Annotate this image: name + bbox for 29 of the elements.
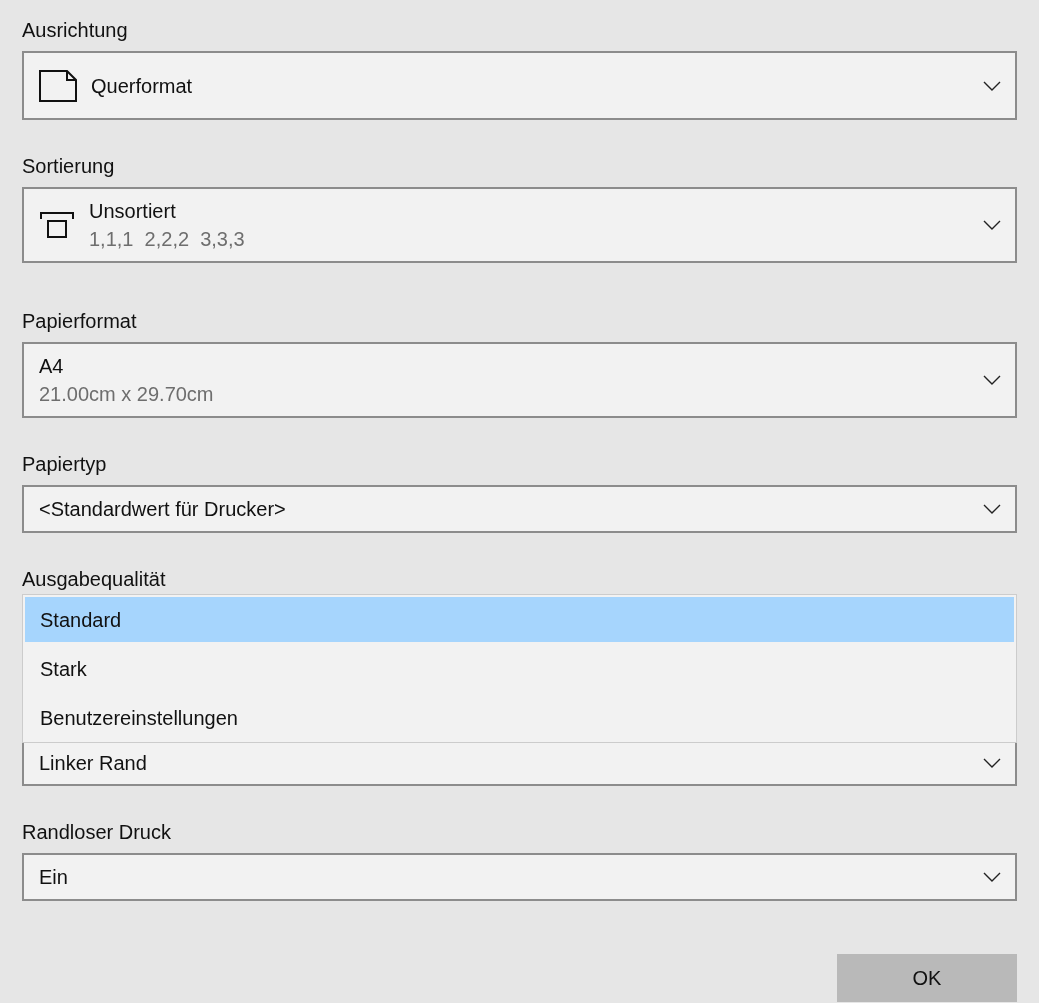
setting-label: Papiertyp xyxy=(22,452,108,476)
setting-label: Papierformat xyxy=(22,309,138,333)
dropdown-option[interactable]: Standard xyxy=(25,597,1014,642)
dropdown-field[interactable]: Ein xyxy=(22,853,1017,901)
setting-label: Ausgabequalität xyxy=(22,567,167,591)
dropdown-detail: 1,1,1 2,2,2 3,3,3 xyxy=(89,227,246,252)
dropdown-value: Ein xyxy=(39,865,69,890)
chevron-down-icon xyxy=(983,504,1001,514)
dropdown-field[interactable]: Querformat xyxy=(22,51,1017,120)
ok-button[interactable]: OK xyxy=(837,954,1017,1002)
dropdown-value: Querformat xyxy=(91,73,194,99)
chevron-down-icon xyxy=(983,375,1001,385)
chevron-down-icon xyxy=(983,757,1001,768)
stacked-pages-icon xyxy=(39,211,75,239)
dropdown-value: Linker Rand xyxy=(39,750,148,776)
dropdown-field[interactable]: <Standardwert für Drucker> xyxy=(22,485,1017,533)
dropdown-field[interactable]: Unsortiert 1,1,1 2,2,2 3,3,3 xyxy=(22,187,1017,263)
dropdown-detail: 21.00cm x 29.70cm xyxy=(39,382,215,407)
chevron-down-icon xyxy=(983,220,1001,230)
dropdown-value: <Standardwert für Drucker> xyxy=(39,497,287,522)
setting-label: Randloser Druck xyxy=(22,820,172,844)
setting-label: Sortierung xyxy=(22,154,116,178)
page-icon xyxy=(39,69,77,102)
chevron-down-icon xyxy=(983,80,1001,91)
dropdown-field[interactable]: A4 21.00cm x 29.70cm xyxy=(22,342,1017,418)
chevron-down-icon xyxy=(983,872,1001,882)
setting-label: Ausrichtung xyxy=(22,18,129,42)
dropdown-value: Unsortiert xyxy=(89,199,177,224)
dropdown-value: A4 xyxy=(39,354,65,379)
